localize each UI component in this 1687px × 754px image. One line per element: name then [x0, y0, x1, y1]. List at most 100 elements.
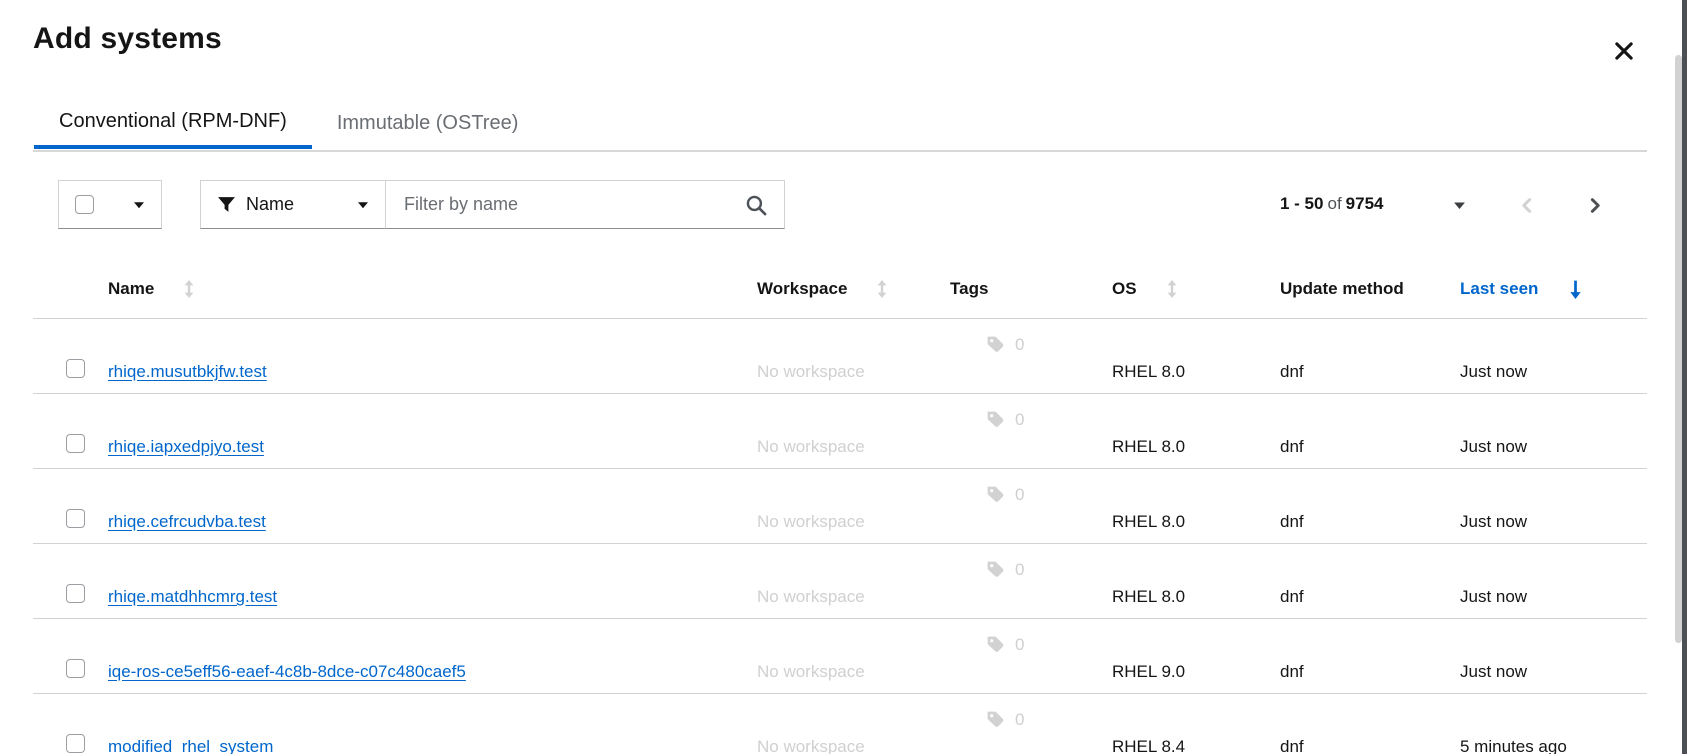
bulk-select-toggle[interactable] [58, 180, 162, 229]
column-header-update-method: Update method [1280, 260, 1404, 318]
row-checkbox[interactable] [66, 659, 85, 678]
table-header: Name Workspace Tags OS Update method Las… [33, 260, 1647, 318]
bulk-select-checkbox[interactable] [75, 195, 94, 214]
update-method-cell: dnf [1280, 737, 1304, 754]
filter-attribute-dropdown[interactable]: Name [200, 180, 386, 229]
system-name-cell: iqe-ros-ce5eff56-eaef-4c8b-8dce-c07c480c… [108, 662, 466, 682]
pagination-total: 9754 [1346, 194, 1384, 213]
update-method-cell: dnf [1280, 512, 1304, 532]
table-row: rhiqe.iapxedpjyo.test No workspace 0 RHE… [33, 393, 1647, 468]
system-name-cell: rhiqe.cefrcudvba.test [108, 512, 266, 532]
table-row: rhiqe.cefrcudvba.test No workspace 0 RHE… [33, 468, 1647, 543]
tab-immutable[interactable]: Immutable (OSTree) [312, 104, 544, 149]
system-name-link[interactable]: rhiqe.musutbkjfw.test [108, 362, 267, 381]
scrollbar-thumb[interactable] [1675, 55, 1682, 643]
system-name-link[interactable]: iqe-ros-ce5eff56-eaef-4c8b-8dce-c07c480c… [108, 662, 466, 681]
pagination-range: 1 - 50 [1280, 194, 1323, 213]
sort-desc-icon [1568, 279, 1583, 300]
tag-count: 0 [1015, 560, 1024, 580]
system-name-cell: rhiqe.iapxedpjyo.test [108, 437, 264, 457]
scrollbar-track-edge [1682, 0, 1687, 754]
column-header-os[interactable]: OS [1112, 260, 1179, 318]
last-seen-cell: Just now [1460, 362, 1527, 382]
row-checkbox[interactable] [66, 509, 85, 528]
os-cell: RHEL 8.0 [1112, 437, 1185, 457]
table-row: modified_rhel_system No workspace 0 RHEL… [33, 693, 1647, 754]
system-name-cell: rhiqe.matdhhcmrg.test [108, 587, 277, 607]
tab-bar: Conventional (RPM-DNF) Immutable (OSTree… [34, 104, 543, 149]
caret-down-icon [357, 201, 369, 209]
tag-count: 0 [1015, 710, 1024, 730]
column-header-name[interactable]: Name [108, 260, 196, 318]
tag-count: 0 [1015, 485, 1024, 505]
workspace-cell: No workspace [757, 662, 865, 682]
table-row: rhiqe.musutbkjfw.test No workspace 0 RHE… [33, 318, 1647, 393]
pagination-summary: 1 - 50of9754 [1280, 194, 1384, 214]
workspace-cell: No workspace [757, 437, 865, 457]
name-filter-field [385, 180, 785, 229]
row-checkbox[interactable] [66, 359, 85, 378]
update-method-cell: dnf [1280, 587, 1304, 607]
filter-funnel-icon [217, 195, 236, 214]
next-page-button[interactable] [1580, 191, 1608, 219]
close-button[interactable] [1607, 35, 1641, 69]
chevron-left-icon [1520, 197, 1535, 214]
last-seen-cell: Just now [1460, 662, 1527, 682]
search-icon [745, 194, 768, 217]
update-method-cell: dnf [1280, 437, 1304, 457]
update-method-cell: dnf [1280, 662, 1304, 682]
system-name-link[interactable]: rhiqe.cefrcudvba.test [108, 512, 266, 531]
tag-count: 0 [1015, 635, 1024, 655]
os-cell: RHEL 8.0 [1112, 512, 1185, 532]
last-seen-cell: Just now [1460, 587, 1527, 607]
workspace-cell: No workspace [757, 737, 865, 754]
systems-table-body: rhiqe.musutbkjfw.test No workspace 0 RHE… [33, 318, 1647, 754]
column-header-workspace[interactable]: Workspace [757, 260, 889, 318]
sort-both-icon [875, 279, 889, 299]
tag-icon [985, 559, 1006, 580]
last-seen-cell: Just now [1460, 437, 1527, 457]
system-name-link[interactable]: rhiqe.matdhhcmrg.test [108, 587, 277, 606]
tabs-divider [33, 150, 1647, 152]
page-title: Add systems [33, 22, 222, 56]
tag-count-button[interactable]: 0 [985, 559, 1024, 580]
tag-count-button[interactable]: 0 [985, 409, 1024, 430]
previous-page-button[interactable] [1513, 191, 1541, 219]
system-name-link[interactable]: modified_rhel_system [108, 737, 273, 754]
update-method-cell: dnf [1280, 362, 1304, 382]
last-seen-cell: Just now [1460, 512, 1527, 532]
chevron-right-icon [1587, 197, 1602, 214]
system-name-cell: modified_rhel_system [108, 737, 273, 754]
table-row: iqe-ros-ce5eff56-eaef-4c8b-8dce-c07c480c… [33, 618, 1647, 693]
tag-count: 0 [1015, 410, 1024, 430]
caret-down-icon [133, 201, 145, 209]
row-checkbox[interactable] [66, 434, 85, 453]
tag-count: 0 [1015, 335, 1024, 355]
tag-icon [985, 634, 1006, 655]
tag-icon [985, 334, 1006, 355]
tag-count-button[interactable]: 0 [985, 709, 1024, 730]
filter-attribute-label: Name [246, 194, 294, 215]
os-cell: RHEL 8.0 [1112, 362, 1185, 382]
row-checkbox[interactable] [66, 734, 85, 753]
column-header-tags: Tags [950, 260, 988, 318]
tab-conventional[interactable]: Conventional (RPM-DNF) [34, 104, 312, 149]
tag-icon [985, 409, 1006, 430]
workspace-cell: No workspace [757, 512, 865, 532]
sort-both-icon [1165, 279, 1179, 299]
caret-down-icon [1453, 201, 1466, 210]
system-name-link[interactable]: rhiqe.iapxedpjyo.test [108, 437, 264, 456]
pagination-options-toggle[interactable] [1445, 191, 1473, 219]
tag-icon [985, 709, 1006, 730]
os-cell: RHEL 8.4 [1112, 737, 1185, 754]
column-header-last-seen[interactable]: Last seen [1460, 260, 1583, 318]
workspace-cell: No workspace [757, 362, 865, 382]
row-checkbox[interactable] [66, 584, 85, 603]
last-seen-cell: 5 minutes ago [1460, 737, 1567, 754]
add-systems-modal: Add systems Conventional (RPM-DNF) Immut… [0, 0, 1687, 754]
tag-count-button[interactable]: 0 [985, 484, 1024, 505]
tag-count-button[interactable]: 0 [985, 334, 1024, 355]
search-input[interactable] [402, 182, 736, 228]
close-icon [1613, 40, 1635, 62]
tag-count-button[interactable]: 0 [985, 634, 1024, 655]
